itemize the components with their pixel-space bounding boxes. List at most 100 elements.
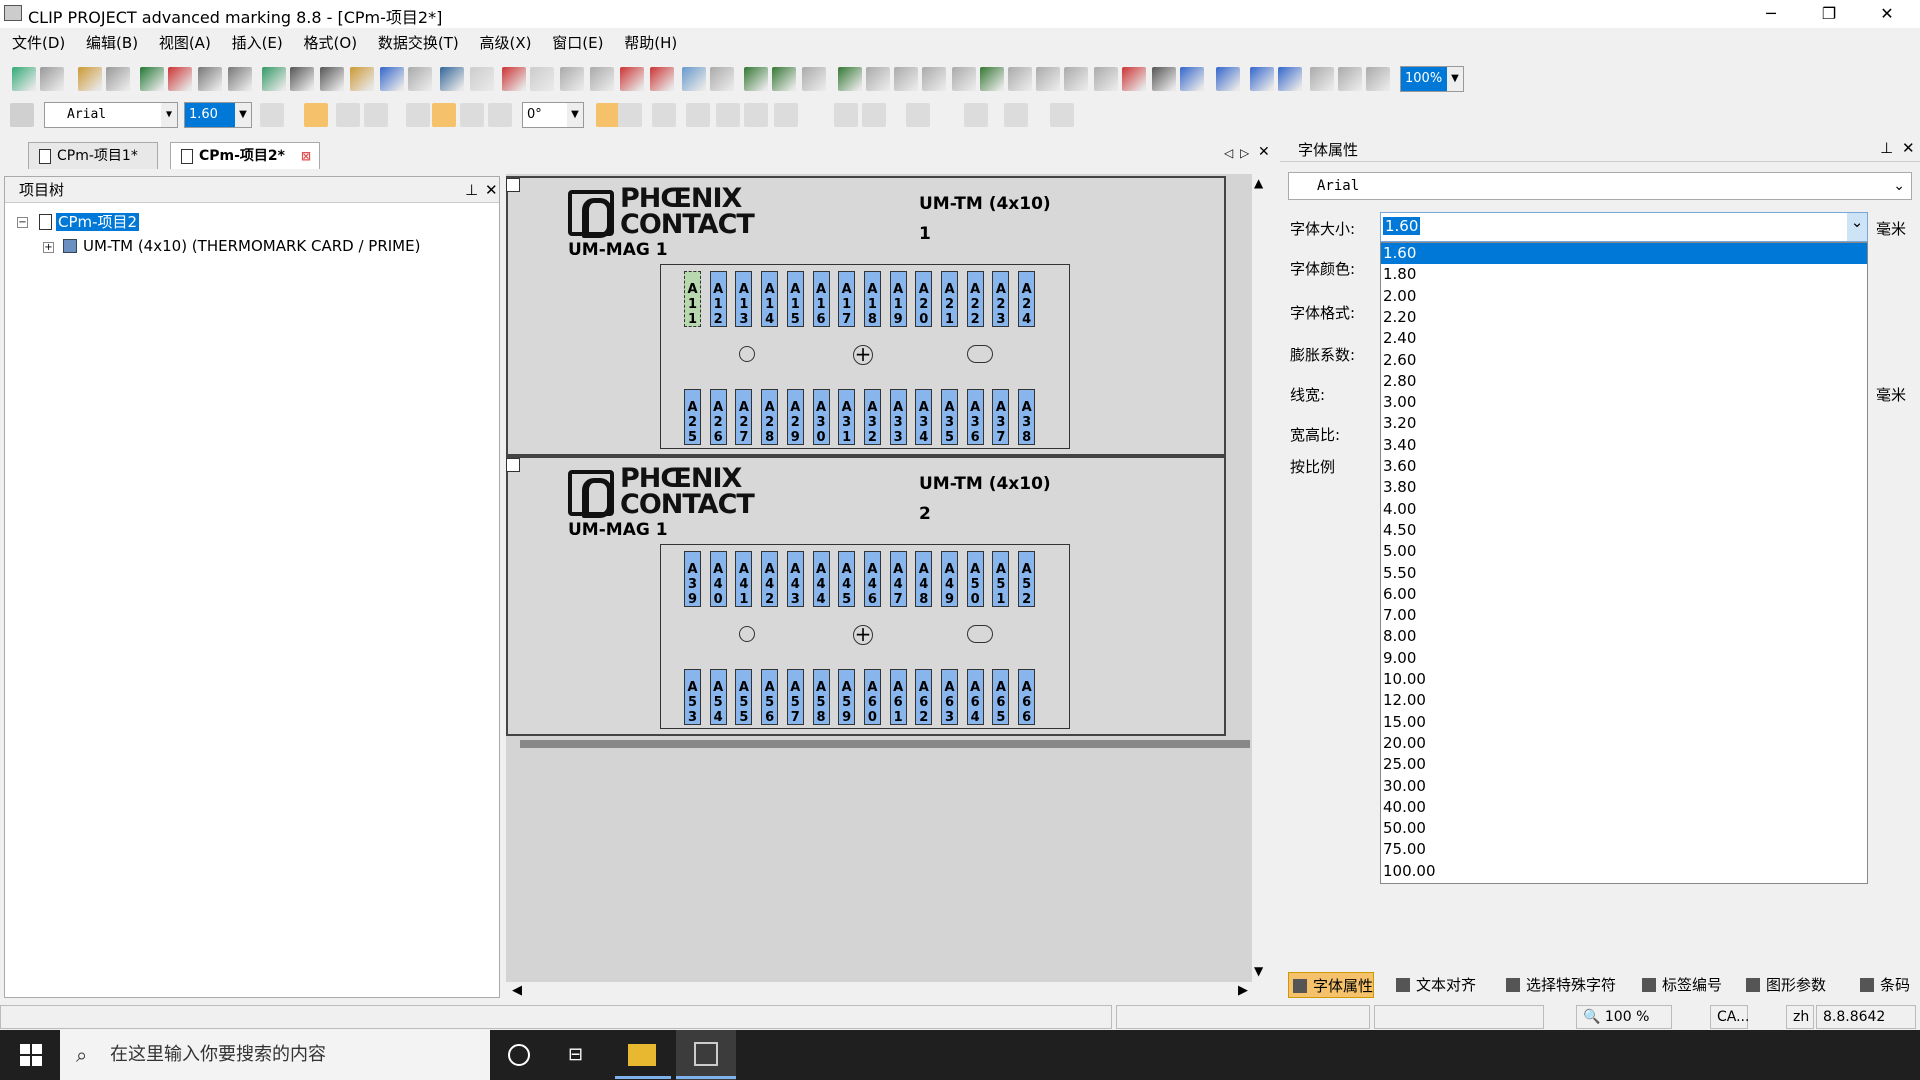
toolbar-tool-icon[interactable]: [802, 67, 826, 91]
toolbar-tool-icon[interactable]: [682, 67, 706, 91]
marker-cell[interactable]: A48: [915, 551, 933, 607]
marker-cell[interactable]: A34: [915, 389, 933, 445]
windows-start-icon[interactable]: [20, 1044, 42, 1066]
tree-child[interactable]: UM-TM (4x10) (THERMOMARK CARD / PRIME): [63, 235, 420, 257]
format-tool-icon[interactable]: [862, 103, 886, 127]
marker-cell[interactable]: A20: [915, 271, 933, 327]
toolbar-tool-icon[interactable]: [440, 67, 464, 91]
font-size-option[interactable]: 2.00: [1381, 286, 1867, 307]
marker-cell[interactable]: A31: [838, 389, 856, 445]
collapse-icon[interactable]: −: [17, 217, 28, 228]
format-tool-icon[interactable]: [596, 103, 620, 127]
marker-cell[interactable]: A16: [812, 271, 830, 327]
close-doc-icon[interactable]: ✕: [1258, 144, 1270, 160]
pointer-icon[interactable]: [10, 103, 34, 127]
tab-project1[interactable]: CPm-项目1*: [28, 142, 158, 169]
toolbar-tool-icon[interactable]: [502, 67, 526, 91]
marker-cell[interactable]: A21: [941, 271, 958, 327]
font-select[interactable]: Arial ⌄: [1288, 172, 1912, 200]
format-tool-icon[interactable]: [744, 103, 768, 127]
format-tool-icon[interactable]: [336, 103, 360, 127]
toolbar-tool-icon[interactable]: [1152, 67, 1176, 91]
marker-cell[interactable]: A37: [992, 389, 1010, 445]
toolbar-tool-icon[interactable]: [1122, 67, 1146, 91]
sheet-checkbox[interactable]: [506, 458, 520, 472]
toolbar-tool-icon[interactable]: [866, 67, 890, 91]
marker-cell[interactable]: A25: [684, 389, 701, 445]
close-button[interactable]: ✕: [1864, 0, 1910, 28]
toolbar-tool-icon[interactable]: [980, 67, 1004, 91]
font-size-option[interactable]: 40.00: [1381, 797, 1867, 818]
marker-cell[interactable]: A32: [863, 389, 881, 445]
scroll-up-icon[interactable]: ▲: [1254, 176, 1263, 190]
scroll-down-icon[interactable]: ▼: [1254, 964, 1263, 978]
font-size-option[interactable]: 3.40: [1381, 435, 1867, 456]
format-tool-icon[interactable]: [1050, 103, 1074, 127]
tab-project2[interactable]: CPm-项目2* ⊠: [170, 142, 320, 169]
tab-scroll-right-icon[interactable]: ▷: [1240, 146, 1249, 160]
size-combo[interactable]: 1.60 ▼: [184, 102, 252, 128]
marker-cell[interactable]: A64: [966, 669, 984, 725]
marker-cell[interactable]: A42: [761, 551, 779, 607]
close-tab-icon[interactable]: ⊠: [301, 143, 311, 170]
menu-help[interactable]: 帮助(H): [624, 30, 677, 56]
font-size-option[interactable]: 4.00: [1381, 499, 1867, 520]
toolbar-tool-icon[interactable]: [772, 67, 796, 91]
close-panel-icon[interactable]: ✕: [1902, 139, 1915, 157]
design-canvas[interactable]: PHŒNIX CONTACT UM-MAG 1 UM-TM (4x10) 1 A11 A12…: [506, 174, 1258, 982]
horizontal-scrollbar[interactable]: ◀ ▶: [506, 982, 1252, 1002]
marker-cell[interactable]: A38: [1018, 389, 1036, 445]
toolbar-tool-icon[interactable]: [470, 67, 494, 91]
chevron-down-icon[interactable]: ⌄: [1847, 213, 1867, 241]
marker-cell[interactable]: A60: [863, 669, 881, 725]
format-tool-icon[interactable]: [460, 103, 484, 127]
file-explorer-icon[interactable]: [628, 1044, 656, 1066]
toolbar-tool-icon[interactable]: [744, 67, 768, 91]
scroll-left-icon[interactable]: ◀: [512, 983, 522, 998]
marker-cell[interactable]: A43: [786, 551, 804, 607]
font-size-option[interactable]: 2.80: [1381, 371, 1867, 392]
marker-cell[interactable]: A49: [941, 551, 958, 607]
font-size-option[interactable]: 3.60: [1381, 456, 1867, 477]
marker-cell[interactable]: A19: [889, 271, 907, 327]
marker-cell[interactable]: A36: [966, 389, 984, 445]
marker-cell[interactable]: A55: [735, 669, 753, 725]
marker-cell[interactable]: A41: [735, 551, 753, 607]
marker-cell[interactable]: A26: [709, 389, 727, 445]
menu-view[interactable]: 视图(A): [159, 30, 211, 56]
tab-special-chars[interactable]: 选择特殊字符: [1502, 972, 1616, 998]
font-size-option[interactable]: 30.00: [1381, 776, 1867, 797]
marker-cell[interactable]: A14: [761, 271, 779, 327]
font-size-option[interactable]: 75.00: [1381, 839, 1867, 860]
marker-cell[interactable]: A65: [992, 669, 1010, 725]
toolbar-tool-icon[interactable]: [12, 67, 36, 91]
tree-root[interactable]: CPm-项目2: [39, 211, 140, 233]
toolbar-tool-icon[interactable]: [1250, 67, 1274, 91]
tab-text-align[interactable]: 文本对齐: [1392, 972, 1476, 998]
toolbar-tool-icon[interactable]: [40, 67, 64, 91]
marker-cell[interactable]: A39: [684, 551, 701, 607]
pin-icon[interactable]: ⊥: [1880, 139, 1893, 157]
font-size-option[interactable]: 1.80: [1381, 264, 1867, 285]
marker-cell[interactable]: A29: [786, 389, 804, 445]
expand-icon[interactable]: +: [43, 242, 54, 253]
marker-cell[interactable]: A61: [889, 669, 907, 725]
task-view-icon[interactable]: ⊟: [568, 1044, 583, 1065]
toolbar-tool-icon[interactable]: [78, 67, 102, 91]
toolbar-tool-icon[interactable]: [530, 67, 554, 91]
toolbar-tool-icon[interactable]: [710, 67, 734, 91]
scroll-right-icon[interactable]: ▶: [1238, 983, 1248, 998]
marker-cell[interactable]: A23: [992, 271, 1010, 327]
font-size-option[interactable]: 10.00: [1381, 669, 1867, 690]
toolbar-tool-icon[interactable]: [380, 67, 404, 91]
toolbar-tool-icon[interactable]: [320, 67, 344, 91]
font-size-option[interactable]: 25.00: [1381, 754, 1867, 775]
rotation-combo[interactable]: 0° ▼: [522, 102, 584, 128]
menu-file[interactable]: 文件(D): [12, 30, 65, 56]
toolbar-tool-icon[interactable]: [838, 67, 862, 91]
font-size-option[interactable]: 5.50: [1381, 563, 1867, 584]
toolbar-tool-icon[interactable]: [140, 67, 164, 91]
menu-data-exchange[interactable]: 数据交换(T): [378, 30, 459, 56]
marker-cell[interactable]: A66: [1018, 669, 1036, 725]
toolbar-tool-icon[interactable]: [560, 67, 584, 91]
